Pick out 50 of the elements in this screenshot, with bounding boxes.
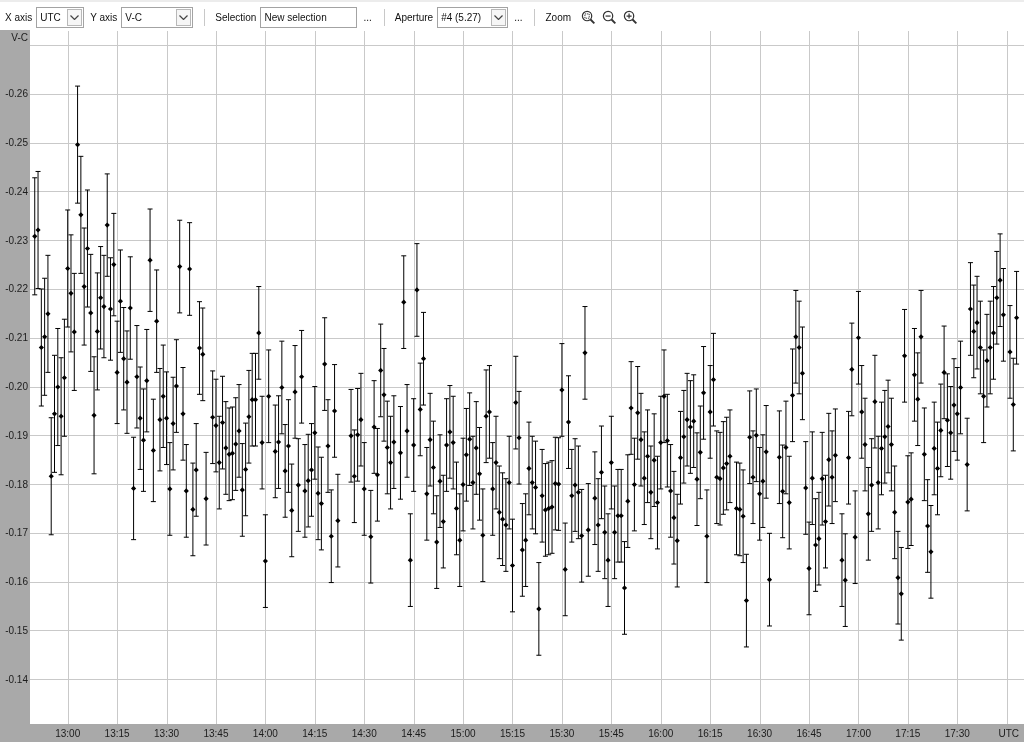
y-tick-label: -0.22 — [5, 283, 28, 295]
zoom-out-icon[interactable] — [602, 10, 617, 24]
y-tick-label: -0.19 — [5, 429, 28, 441]
ellipsis-button[interactable]: ... — [362, 11, 373, 23]
y-tick-label: -0.20 — [5, 381, 28, 392]
toolbar-label: Zoom — [545, 11, 572, 23]
y-tick-label: -0.17 — [5, 527, 28, 539]
x-tick-label: 17:00 — [845, 728, 871, 739]
x-tick-label: 17:15 — [895, 728, 921, 739]
x-tick-label: 13:45 — [203, 728, 229, 739]
chevron-down-icon — [494, 14, 504, 20]
dropdown[interactable]: V-C — [121, 6, 194, 28]
dropdown[interactable]: #4 (5.27) — [437, 6, 509, 28]
y-tick-label: -0.26 — [5, 88, 28, 100]
y-tick-label: -0.15 — [5, 624, 28, 636]
x-tick-label: 16:15 — [697, 728, 723, 739]
y-tick-label: -0.23 — [5, 234, 28, 246]
x-tick-label: 14:15 — [302, 728, 328, 739]
toolbar-label: Selection — [215, 11, 257, 23]
x-tick-label: 16:30 — [747, 728, 773, 739]
dropdown[interactable]: UTC — [36, 6, 85, 28]
ellipsis-button[interactable]: ... — [513, 11, 524, 23]
x-tick-label: 15:00 — [450, 728, 476, 739]
y-tick-label: -0.16 — [5, 576, 28, 588]
x-tick-label: 15:30 — [549, 728, 575, 739]
y-tick-label: -0.21 — [5, 332, 28, 344]
x-tick-label: 14:30 — [351, 728, 377, 739]
x-tick-label: 17:30 — [944, 728, 970, 739]
y-tick-label: -0.18 — [5, 478, 28, 490]
x-tick-label: 13:15 — [104, 728, 130, 739]
text-field[interactable]: New selection — [260, 6, 358, 28]
zoom-in-icon[interactable] — [623, 10, 638, 24]
chevron-down-icon — [70, 14, 80, 20]
y-tick-label: -0.24 — [5, 185, 28, 197]
x-tick-label: 16:00 — [648, 728, 674, 739]
x-tick-label: 15:15 — [499, 728, 525, 739]
toolbar-label: X axis — [5, 11, 33, 23]
x-axis-title: UTC — [998, 728, 1019, 739]
x-tick-label: 16:45 — [796, 728, 822, 739]
toolbar-label: Aperture — [394, 11, 434, 23]
y-axis-title: V-C — [11, 32, 28, 43]
toolbar-label: Y axis — [90, 11, 118, 23]
y-tick-label: -0.14 — [5, 673, 28, 685]
x-tick-label: 14:45 — [401, 728, 427, 739]
x-tick-label: 13:00 — [55, 728, 81, 739]
x-tick-label: 15:45 — [598, 728, 624, 739]
chevron-down-icon — [179, 14, 189, 20]
y-tick-label: -0.25 — [5, 137, 28, 149]
x-tick-label: 14:00 — [252, 728, 278, 739]
x-tick-label: 13:30 — [154, 728, 180, 739]
